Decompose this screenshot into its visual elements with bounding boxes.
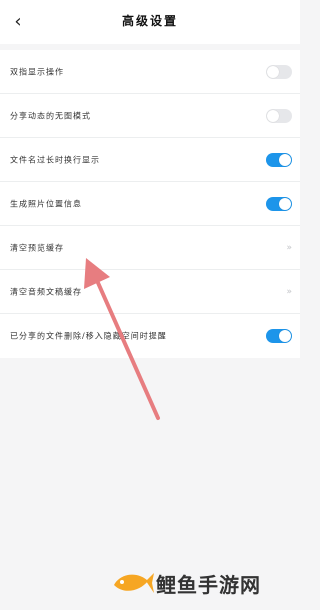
setting-row-clear-preview-cache[interactable]: 清空预览缓存 » xyxy=(0,226,300,270)
setting-row-shared-file-delete-remind[interactable]: 已分享的文件删除/移入隐藏空间时提醒 xyxy=(0,314,300,358)
setting-label: 清空预览缓存 xyxy=(10,243,64,252)
page-title: 高级设置 xyxy=(121,14,178,28)
setting-label: 生成照片位置信息 xyxy=(10,199,82,208)
setting-row-filename-wrap[interactable]: 文件名过长时换行显示 xyxy=(0,138,300,182)
setting-row-clear-audio-cache[interactable]: 清空音频文稿缓存 » xyxy=(0,270,300,314)
setting-row-photo-location[interactable]: 生成照片位置信息 xyxy=(0,182,300,226)
setting-row-double-finger[interactable]: 双指显示操作 xyxy=(0,50,300,94)
settings-list: 双指显示操作 分享动态的无图模式 文件名过长时换行显示 生成照片位置信息 清空预… xyxy=(0,50,300,358)
double-chevron-right-icon: » xyxy=(286,286,291,297)
watermark-text: 鲤鱼手游网 xyxy=(156,572,261,597)
setting-label: 双指显示操作 xyxy=(10,67,64,76)
toggle-switch[interactable] xyxy=(266,196,292,211)
toggle-knob xyxy=(279,153,291,166)
toggle-switch[interactable] xyxy=(266,152,292,167)
toggle-knob xyxy=(267,65,279,78)
header-bar: ‹ 高级设置 xyxy=(0,0,300,44)
setting-label: 清空音频文稿缓存 xyxy=(10,287,82,296)
fish-logo-icon xyxy=(114,573,154,593)
setting-label: 文件名过长时换行显示 xyxy=(10,155,100,164)
setting-label: 分享动态的无图模式 xyxy=(10,111,91,120)
toggle-knob xyxy=(267,109,279,122)
setting-label: 已分享的文件删除/移入隐藏空间时提醒 xyxy=(10,331,167,341)
toggle-knob xyxy=(279,330,291,342)
toggle-knob xyxy=(279,197,291,210)
toggle-switch[interactable] xyxy=(266,329,292,343)
toggle-switch[interactable] xyxy=(266,108,292,123)
toggle-switch[interactable] xyxy=(266,64,292,79)
setting-row-share-no-image[interactable]: 分享动态的无图模式 xyxy=(0,94,300,138)
watermark: 鲤鱼手游网 xyxy=(110,565,300,601)
double-chevron-right-icon: » xyxy=(286,242,291,253)
